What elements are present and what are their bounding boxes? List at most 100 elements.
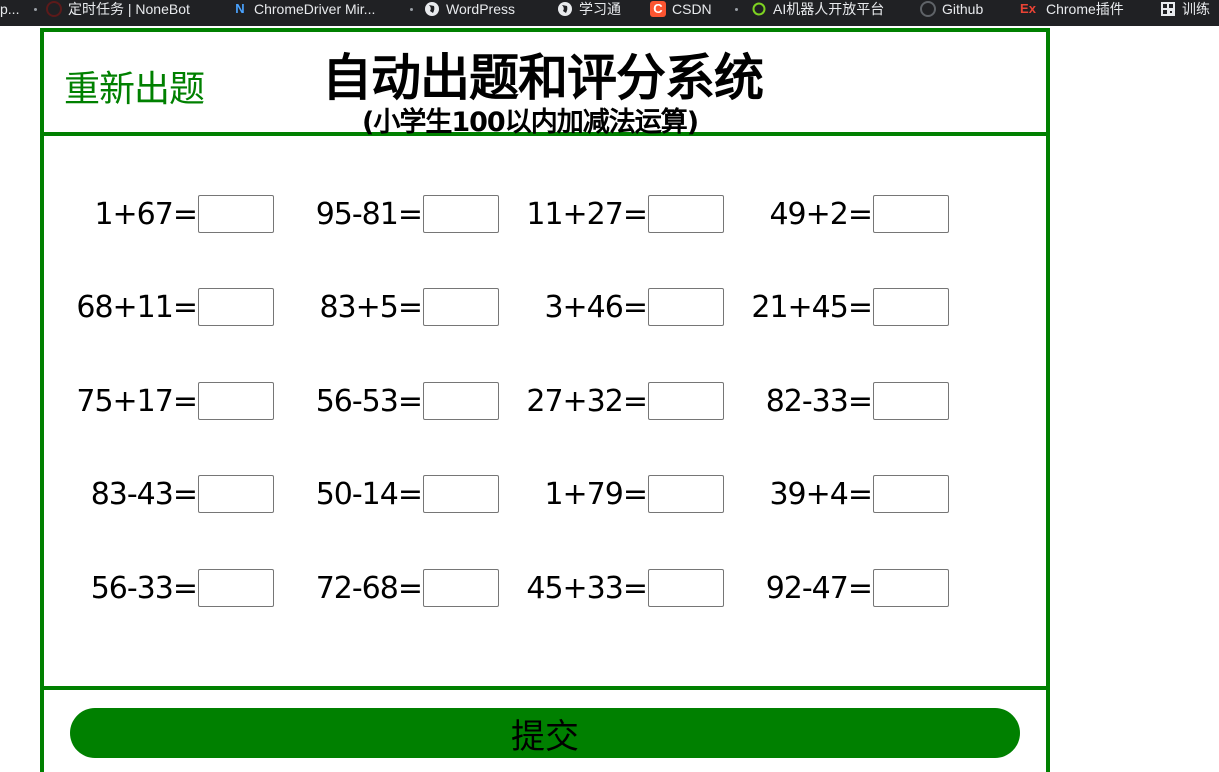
problem-item: 45+33= <box>499 567 724 609</box>
bookmark-label: CSDN <box>672 1 712 17</box>
answer-input[interactable] <box>423 569 499 607</box>
problem-expression: 49+2= <box>769 196 873 232</box>
problem-item: 68+11= <box>44 286 274 328</box>
bookmark-item[interactable]: AI机器人开放平台 <box>751 0 884 18</box>
bookmark-label: AI机器人开放平台 <box>773 1 885 17</box>
regenerate-button[interactable]: 重新出题 <box>64 60 205 112</box>
problem-item: 72-68= <box>274 567 499 609</box>
bookmark-item[interactable]: Github <box>920 0 983 18</box>
quiz-app: 重新出题 自动出题和评分系统 (小学生100以内加减法运算) 1+67= 95-… <box>40 28 1050 772</box>
answer-input[interactable] <box>198 382 274 420</box>
answer-input[interactable] <box>423 288 499 326</box>
github-icon <box>920 1 936 17</box>
answer-input[interactable] <box>198 475 274 513</box>
footer: 提交 <box>44 690 1046 772</box>
problem-item: 3+46= <box>499 286 724 328</box>
bookmark-item[interactable]: Ex Chrome插件 <box>1016 0 1124 18</box>
bookmark-separator <box>410 8 413 11</box>
problem-item: 92-47= <box>724 567 949 609</box>
ex-icon: Ex <box>1020 1 1036 16</box>
bookmark-label: p... <box>0 1 20 17</box>
problem-expression: 56-33= <box>90 570 198 606</box>
bookmark-separator <box>735 8 738 11</box>
problem-item: 95-81= <box>274 193 499 235</box>
csdn-icon: C <box>650 1 666 17</box>
problem-expression: 92-47= <box>765 570 873 606</box>
globe-icon <box>557 1 573 17</box>
bookmarks-bar: p... 定时任务 | NoneBot N ChromeDriver Mir..… <box>0 0 1219 26</box>
problem-item: 21+45= <box>724 286 949 328</box>
problem-expression: 39+4= <box>769 476 873 512</box>
problem-expression: 68+11= <box>76 289 198 325</box>
answer-input[interactable] <box>873 475 949 513</box>
submit-button[interactable]: 提交 <box>70 708 1020 758</box>
bookmark-label: ChromeDriver Mir... <box>254 1 376 17</box>
header: 重新出题 自动出题和评分系统 (小学生100以内加减法运算) <box>44 32 1046 138</box>
problem-expression: 45+33= <box>526 570 648 606</box>
answer-input[interactable] <box>873 569 949 607</box>
problem-expression: 75+17= <box>76 383 198 419</box>
problem-expression: 72-68= <box>315 570 423 606</box>
problem-item: 75+17= <box>44 380 274 422</box>
bookmark-label: 定时任务 | NoneBot <box>68 1 190 17</box>
problem-item: 56-53= <box>274 380 499 422</box>
bookmark-label: 训练 <box>1182 1 1210 17</box>
answer-input[interactable] <box>198 195 274 233</box>
page-subtitle: (小学生100以内加减法运算) <box>362 107 699 138</box>
qr-icon <box>1160 1 1176 17</box>
problem-expression: 1+79= <box>544 476 648 512</box>
bookmark-item[interactable]: p... <box>0 0 19 18</box>
ring-icon <box>751 1 767 17</box>
nonebot-icon <box>46 1 62 17</box>
answer-input[interactable] <box>648 195 724 233</box>
problem-item: 39+4= <box>724 473 949 515</box>
problem-expression: 27+32= <box>526 383 648 419</box>
problem-expression: 11+27= <box>526 196 648 232</box>
globe-icon <box>424 1 440 17</box>
bookmark-label: WordPress <box>446 1 515 17</box>
bookmark-item[interactable]: N ChromeDriver Mir... <box>232 0 375 18</box>
answer-input[interactable] <box>198 569 274 607</box>
answer-input[interactable] <box>873 195 949 233</box>
problem-item: 1+67= <box>44 193 274 235</box>
problem-expression: 83-43= <box>90 476 198 512</box>
bookmark-label: 学习通 <box>579 1 621 17</box>
answer-input[interactable] <box>873 382 949 420</box>
problem-expression: 1+67= <box>94 196 198 232</box>
problem-expression: 56-53= <box>315 383 423 419</box>
answer-input[interactable] <box>423 382 499 420</box>
problem-item: 50-14= <box>274 473 499 515</box>
answer-input[interactable] <box>873 288 949 326</box>
bookmark-label: Github <box>942 1 984 17</box>
bookmark-label: Chrome插件 <box>1046 1 1124 17</box>
bookmark-item[interactable]: WordPress <box>424 0 515 18</box>
problem-expression: 83+5= <box>319 289 423 325</box>
bookmark-item[interactable]: 学习通 <box>557 0 621 18</box>
problem-grid: 1+67= 95-81= 11+27= 49+2= 68+11= 83+5= 3… <box>44 136 1046 690</box>
problem-item: 27+32= <box>499 380 724 422</box>
problem-item: 56-33= <box>44 567 274 609</box>
problem-item: 82-33= <box>724 380 949 422</box>
answer-input[interactable] <box>648 382 724 420</box>
problem-expression: 95-81= <box>315 196 423 232</box>
problem-expression: 21+45= <box>751 289 873 325</box>
bookmark-item[interactable]: 定时任务 | NoneBot <box>46 0 190 18</box>
answer-input[interactable] <box>423 195 499 233</box>
problem-item: 49+2= <box>724 193 949 235</box>
bookmark-item[interactable]: 训练 <box>1160 0 1210 18</box>
bookmark-item[interactable]: C CSDN <box>650 0 712 18</box>
answer-input[interactable] <box>423 475 499 513</box>
answer-input[interactable] <box>198 288 274 326</box>
bookmark-separator <box>34 8 37 11</box>
problem-expression: 82-33= <box>765 383 873 419</box>
answer-input[interactable] <box>648 288 724 326</box>
answer-input[interactable] <box>648 475 724 513</box>
problem-item: 1+79= <box>499 473 724 515</box>
n-icon: N <box>235 1 245 16</box>
answer-input[interactable] <box>648 569 724 607</box>
problem-item: 83-43= <box>44 473 274 515</box>
problem-expression: 50-14= <box>315 476 423 512</box>
problem-item: 11+27= <box>499 193 724 235</box>
problem-expression: 3+46= <box>544 289 648 325</box>
problem-item: 83+5= <box>274 286 499 328</box>
